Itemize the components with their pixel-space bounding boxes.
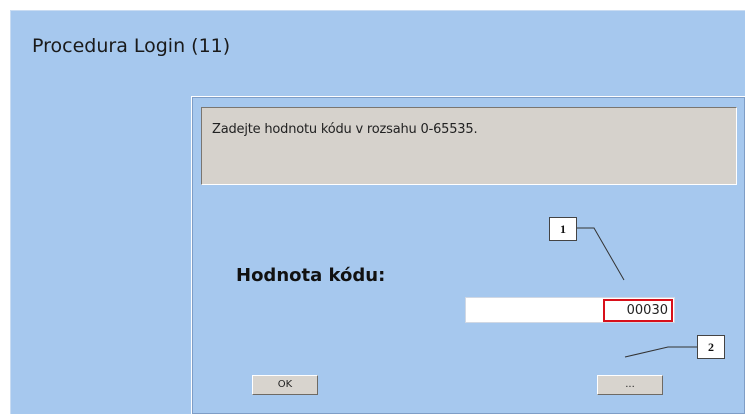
screen: Procedura Login (11) Zadejte hodnotu kód… [0, 0, 746, 415]
callout-leader-lines [577, 227, 697, 358]
callout-1-leader [577, 227, 625, 281]
callout-marker-1: 1 [549, 217, 577, 241]
callout-2-leader [624, 346, 697, 358]
callout-marker-2: 2 [697, 335, 725, 359]
